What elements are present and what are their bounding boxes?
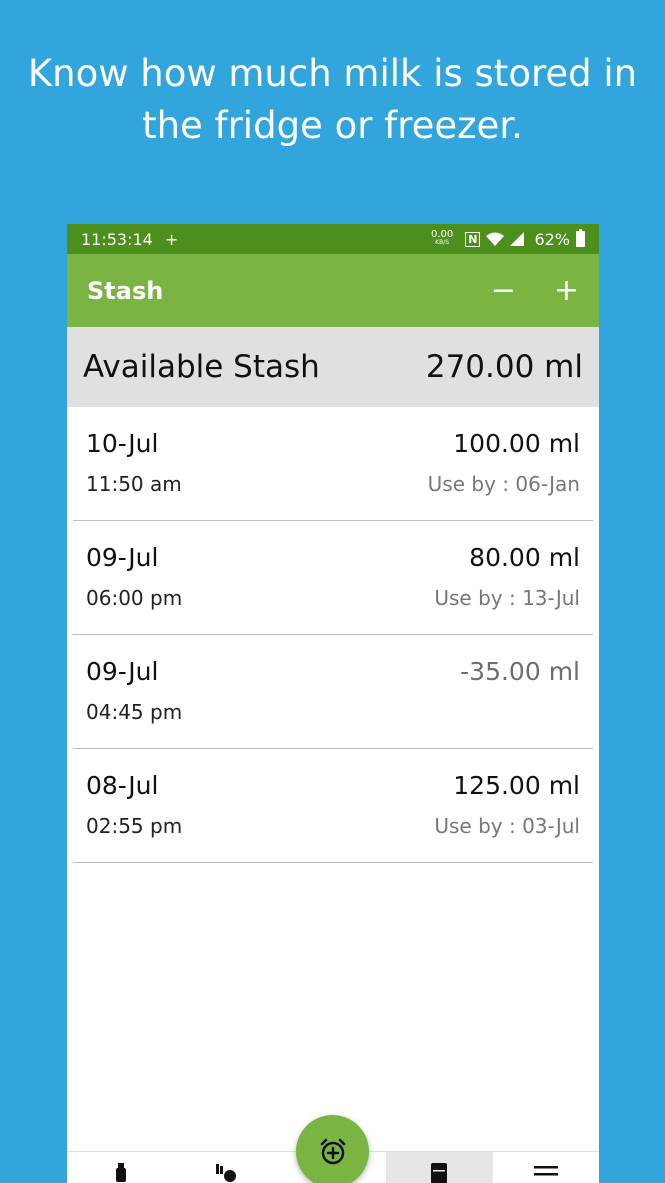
summary-value: 270.00 ml xyxy=(425,349,583,385)
alarm-add-icon xyxy=(320,1138,345,1164)
nav-stash[interactable] xyxy=(386,1152,493,1183)
entry-time: 11:50 am xyxy=(86,472,182,496)
add-stash-button[interactable]: + xyxy=(554,275,579,306)
nfc-icon: N xyxy=(465,231,481,247)
list-item[interactable]: 09-Jul 06:00 pm 80.00 ml Use by : 13-Jul xyxy=(73,521,593,635)
status-time: 11:53:14 xyxy=(81,229,153,249)
summary-label: Available Stash xyxy=(83,349,320,385)
battery-percent: 62% xyxy=(534,229,570,249)
available-stash-summary: Available Stash 270.00 ml xyxy=(67,327,599,407)
entry-date: 08-Jul xyxy=(86,771,159,800)
promo-text: Know how much milk is stored in the frid… xyxy=(0,48,665,152)
remove-stash-button[interactable]: − xyxy=(491,275,516,306)
app-bar: Stash − + xyxy=(67,254,599,327)
entry-date: 09-Jul xyxy=(86,543,159,572)
menu-icon xyxy=(533,1166,558,1176)
entry-use-by: Use by : 03-Jul xyxy=(434,814,580,838)
entry-amount: 125.00 ml xyxy=(453,771,580,800)
battery-icon xyxy=(576,229,585,247)
pump-icon xyxy=(215,1164,236,1182)
promo-line-1: Know how much milk is stored in xyxy=(27,52,638,95)
entry-amount: 80.00 ml xyxy=(469,543,580,572)
add-alarm-button[interactable] xyxy=(296,1115,369,1183)
list-item[interactable]: 10-Jul 11:50 am 100.00 ml Use by : 06-Ja… xyxy=(73,407,593,521)
entry-time: 04:45 pm xyxy=(86,700,183,724)
entry-amount: 100.00 ml xyxy=(453,429,580,458)
signal-icon xyxy=(510,232,525,246)
entry-time: 02:55 pm xyxy=(86,814,183,838)
entry-amount: -35.00 ml xyxy=(460,657,580,686)
stash-list: 10-Jul 11:50 am 100.00 ml Use by : 06-Ja… xyxy=(67,407,599,863)
status-plus: + xyxy=(164,229,179,249)
bottle-icon xyxy=(116,1163,127,1182)
list-item[interactable]: 08-Jul 02:55 pm 125.00 ml Use by : 03-Ju… xyxy=(73,749,593,863)
net-speed-indicator: 0.00 KB/S xyxy=(430,229,454,247)
wifi-icon xyxy=(486,232,505,246)
nav-pump[interactable] xyxy=(173,1152,279,1183)
entry-time: 06:00 pm xyxy=(86,586,183,610)
list-item[interactable]: 09-Jul 04:45 pm -35.00 ml xyxy=(73,635,593,749)
entry-date: 09-Jul xyxy=(86,657,159,686)
entry-use-by: Use by : 06-Jan xyxy=(427,472,580,496)
entry-use-by: Use by : 13-Jul xyxy=(434,586,580,610)
fridge-icon xyxy=(431,1163,448,1183)
page-title: Stash xyxy=(87,276,164,305)
nav-bottle[interactable] xyxy=(67,1152,173,1183)
nav-menu[interactable] xyxy=(493,1152,599,1183)
phone-screen: 11:53:14 + 0.00 KB/S N 62% Stash − + Ava… xyxy=(67,224,599,1183)
entry-date: 10-Jul xyxy=(86,429,159,458)
promo-line-2: the fridge or freezer. xyxy=(142,104,523,147)
status-bar: 11:53:14 + 0.00 KB/S N 62% xyxy=(67,224,599,254)
